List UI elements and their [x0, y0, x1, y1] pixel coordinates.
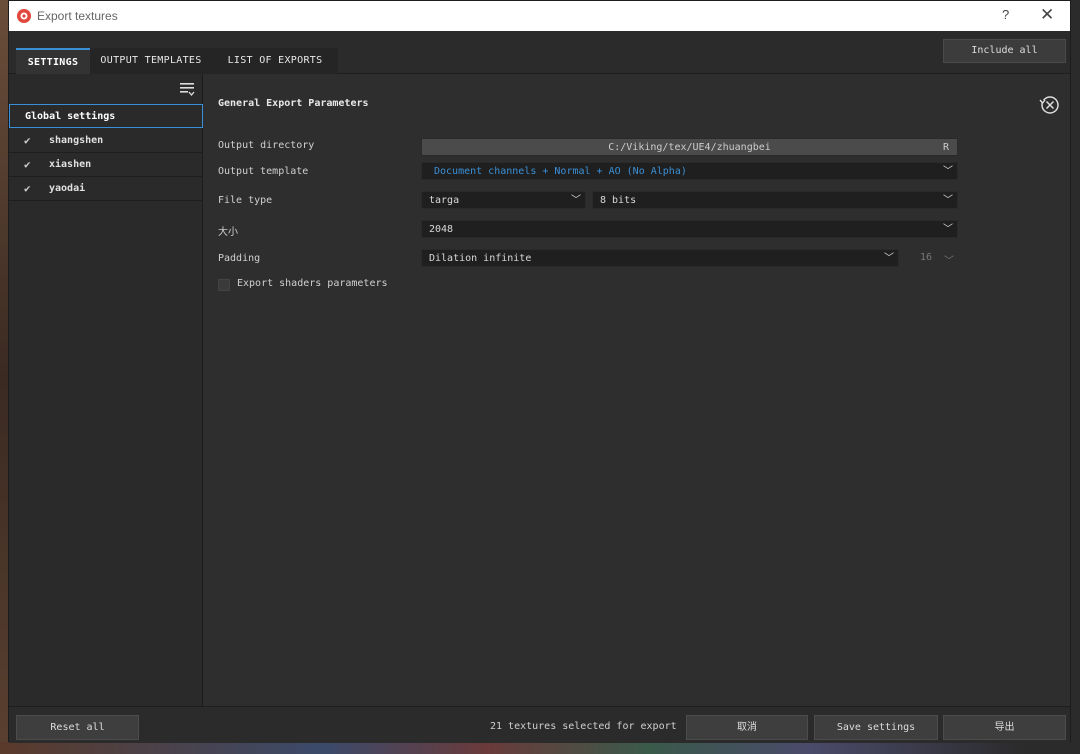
bit-depth-value: 8 bits: [600, 195, 637, 206]
size-label: 大小: [218, 227, 238, 238]
chevron-down-icon: ﹀: [943, 166, 953, 177]
output-template-select[interactable]: Document channels + Normal + AO (No Alph…: [421, 162, 958, 180]
sidebar-item-yaodai[interactable]: ✔ yaodai: [9, 177, 203, 201]
file-type-label: File type: [218, 195, 273, 206]
reset-all-button[interactable]: Reset all: [16, 715, 139, 740]
padding-value: Dilation infinite: [429, 253, 532, 264]
reset-icon[interactable]: [1039, 94, 1061, 116]
export-shaders-checkbox[interactable]: [218, 279, 230, 291]
chevron-down-icon: ﹀: [943, 224, 953, 235]
directory-reset-button[interactable]: R: [943, 139, 949, 157]
export-shaders-label: Export shaders parameters: [237, 278, 388, 289]
include-all-button[interactable]: Include all: [943, 39, 1066, 63]
output-directory-label: Output directory: [218, 140, 315, 151]
chevron-down-icon: ﹀: [884, 253, 894, 264]
size-select[interactable]: 2048 ﹀: [421, 220, 958, 238]
sidebar-item-global-settings[interactable]: Global settings: [9, 104, 203, 128]
texture-set-sidebar: Global settings ✔ shangshen ✔ xiashen ✔ …: [9, 74, 203, 706]
close-button[interactable]: ✕: [1040, 5, 1054, 25]
cancel-button[interactable]: 取消: [686, 715, 808, 740]
export-status-text: 21 textures selected for export: [490, 721, 677, 732]
bit-depth-select[interactable]: 8 bits ﹀: [592, 191, 958, 209]
help-button[interactable]: ?: [1002, 7, 1009, 22]
file-format-select[interactable]: targa ﹀: [421, 191, 586, 209]
sidebar-item-label: xiashen: [49, 159, 92, 170]
output-directory-value: C:/Viking/tex/UE4/zhuangbei: [608, 142, 771, 153]
chevron-down-icon: ﹀: [943, 195, 953, 206]
output-template-label: Output template: [218, 166, 309, 177]
padding-select[interactable]: Dilation infinite ﹀: [421, 249, 899, 267]
check-icon[interactable]: ✔: [24, 153, 31, 177]
output-directory-field[interactable]: C:/Viking/tex/UE4/zhuangbei R: [421, 138, 958, 156]
tab-list-of-exports[interactable]: LIST OF EXPORTS: [212, 48, 338, 74]
size-value: 2048: [429, 224, 454, 235]
padding-amount: 16: [920, 252, 933, 263]
file-format-value: targa: [429, 195, 460, 206]
padding-label: Padding: [218, 253, 261, 264]
export-dialog: Export textures ? ✕ SETTINGS OUTPUT TEMP…: [8, 0, 1071, 743]
sidebar-item-label: yaodai: [49, 183, 86, 194]
window-title: Export textures: [37, 9, 118, 23]
chevron-down-icon: ﹀: [571, 195, 581, 206]
list-menu-icon[interactable]: [179, 81, 195, 97]
save-settings-button[interactable]: Save settings: [814, 715, 938, 740]
output-template-value: Document channels + Normal + AO (No Alph…: [434, 166, 687, 177]
sidebar-item-shangshen[interactable]: ✔ shangshen: [9, 129, 203, 153]
check-icon[interactable]: ✔: [24, 177, 31, 201]
background-app-bottom: [0, 742, 1080, 754]
sidebar-item-xiashen[interactable]: ✔ xiashen: [9, 153, 203, 177]
settings-panel: General Export Parameters Output directo…: [204, 74, 1070, 706]
chevron-down-icon: ﹀: [944, 256, 954, 267]
tab-output-templates[interactable]: OUTPUT TEMPLATES: [90, 48, 212, 74]
background-app-left: [0, 0, 8, 754]
footer-bar: Reset all 21 textures selected for expor…: [9, 706, 1070, 743]
section-title: General Export Parameters: [218, 98, 369, 109]
check-icon[interactable]: ✔: [24, 129, 31, 153]
sidebar-item-label: shangshen: [49, 135, 104, 146]
tab-bar: SETTINGS OUTPUT TEMPLATES LIST OF EXPORT…: [9, 31, 1070, 74]
background-app-right: [1071, 0, 1080, 754]
tab-settings[interactable]: SETTINGS: [16, 48, 90, 74]
title-bar: Export textures ? ✕: [9, 1, 1070, 31]
app-logo-icon: [17, 9, 31, 23]
export-button[interactable]: 导出: [943, 715, 1066, 740]
